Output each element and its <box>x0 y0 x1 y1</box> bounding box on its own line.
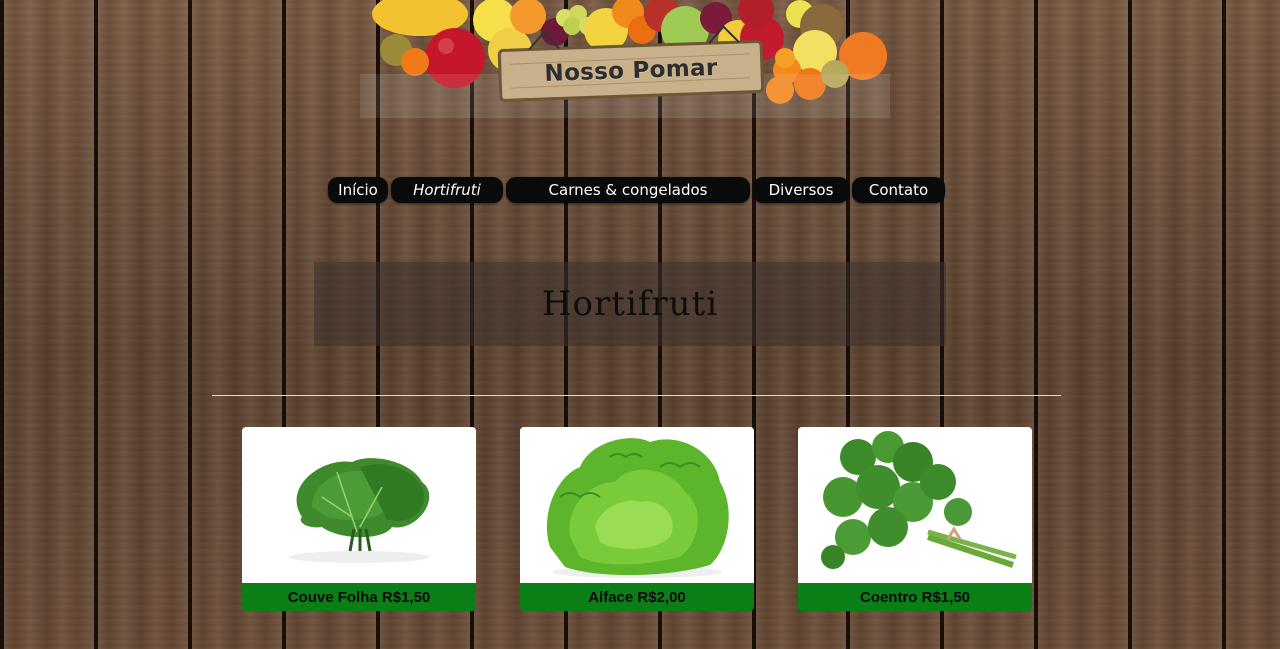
product-label: Couve Folha R$1,50 <box>242 583 476 611</box>
logo-text: Nosso Pomar <box>544 54 718 88</box>
nav-item-diversos[interactable]: Diversos <box>753 177 849 203</box>
product-card-alface[interactable]: Alface R$2,00 <box>520 427 754 612</box>
nav-item-hortifruti[interactable]: Hortifruti <box>391 177 503 203</box>
product-card-coentro[interactable]: Coentro R$1,50 <box>798 427 1032 612</box>
lettuce-image <box>520 427 754 583</box>
nav-item-carnes-congelados[interactable]: Carnes & congelados <box>506 177 750 203</box>
section-title-box: Hortifruti <box>314 262 946 346</box>
product-label: Coentro R$1,50 <box>798 583 1032 611</box>
page-title: Hortifruti <box>541 284 719 324</box>
divider <box>212 395 1061 396</box>
nav-item-contato[interactable]: Contato <box>852 177 945 203</box>
cilantro-image <box>798 427 1032 583</box>
product-label: Alface R$2,00 <box>520 583 754 611</box>
nav-item-inicio[interactable]: Início <box>328 177 388 203</box>
kale-image <box>242 427 476 583</box>
product-card-couve[interactable]: Couve Folha R$1,50 <box>242 427 476 612</box>
